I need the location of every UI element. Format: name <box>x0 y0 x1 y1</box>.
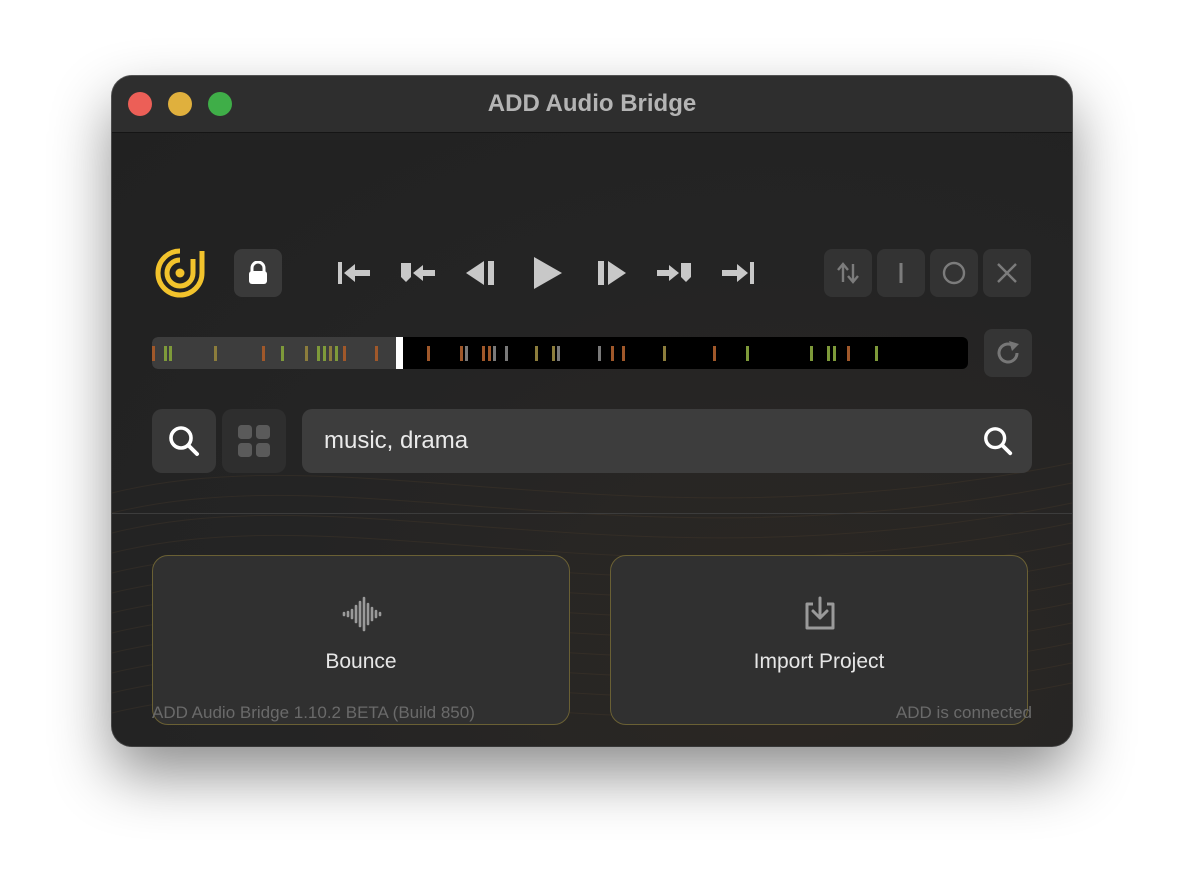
timeline-track[interactable] <box>152 337 968 369</box>
play-icon[interactable] <box>526 253 566 293</box>
timeline-marker <box>611 346 614 361</box>
timeline-marker <box>460 346 463 361</box>
timeline-marker <box>713 346 716 361</box>
insert-mode-icon <box>899 263 903 283</box>
timeline-marker <box>465 346 468 361</box>
title-bar: ADD Audio Bridge <box>112 76 1072 133</box>
grid-mode-button[interactable] <box>222 409 286 473</box>
search-input[interactable]: music, drama <box>302 409 1032 473</box>
timeline-marker <box>488 346 491 361</box>
step-forward-icon[interactable] <box>590 253 630 293</box>
timeline-marker <box>329 346 332 361</box>
previous-marker-icon[interactable] <box>398 253 438 293</box>
timeline-marker <box>505 346 508 361</box>
timeline-marker <box>875 346 878 361</box>
section-divider <box>112 513 1072 514</box>
add-logo-icon <box>155 248 205 298</box>
timeline-marker <box>323 346 326 361</box>
waveform-icon <box>342 596 382 632</box>
timeline-playhead[interactable] <box>396 337 403 369</box>
timeline-marker <box>482 346 485 361</box>
sort-button[interactable] <box>824 249 872 297</box>
timeline-marker <box>169 346 172 361</box>
record-mode-button[interactable] <box>930 249 978 297</box>
search-mode-button[interactable] <box>152 409 216 473</box>
step-back-icon[interactable] <box>462 253 502 293</box>
timeline-marker <box>552 346 555 361</box>
timeline-marker <box>598 346 601 361</box>
timeline-marker <box>375 346 378 361</box>
import-project-button[interactable]: Import Project <box>610 555 1028 725</box>
timeline-marker <box>343 346 346 361</box>
timeline-marker <box>833 346 836 361</box>
timeline-marker <box>622 346 625 361</box>
timeline-marker <box>847 346 850 361</box>
timeline-marker <box>317 346 320 361</box>
import-project-label: Import Project <box>753 650 885 673</box>
timeline-marker <box>164 346 167 361</box>
timeline-marker <box>262 346 265 361</box>
search-icon <box>169 426 199 456</box>
main-panel: music, drama Bounce Import Project ADD A… <box>112 133 1072 746</box>
window-title: ADD Audio Bridge <box>487 90 697 117</box>
timeline-marker <box>810 346 813 361</box>
timeline-marker <box>427 346 430 361</box>
record-mode-icon <box>942 261 966 285</box>
timeline-marker <box>746 346 749 361</box>
sort-arrows-icon <box>837 262 859 284</box>
timeline-marker <box>305 346 308 361</box>
lock-button[interactable] <box>234 249 282 297</box>
app-window: ADD Audio Bridge music, drama Bounce Imp… <box>112 76 1072 746</box>
bounce-button[interactable]: Bounce <box>152 555 570 725</box>
go-to-end-icon[interactable] <box>718 253 758 293</box>
close-icon <box>997 263 1017 283</box>
version-info: ADD Audio Bridge 1.10.2 BETA (Build 850) <box>152 703 475 722</box>
lock-icon <box>249 261 267 284</box>
timeline-progress <box>152 337 397 369</box>
grid-icon <box>238 425 270 457</box>
next-marker-icon[interactable] <box>654 253 694 293</box>
timeline-marker <box>281 346 284 361</box>
timeline-marker <box>493 346 496 361</box>
close-mode-button[interactable] <box>983 249 1031 297</box>
refresh-button[interactable] <box>984 329 1032 377</box>
insert-mode-button[interactable] <box>877 249 925 297</box>
timeline-marker <box>663 346 666 361</box>
timeline-marker <box>557 346 560 361</box>
go-to-start-icon[interactable] <box>334 253 374 293</box>
timeline-marker <box>827 346 830 361</box>
import-icon <box>805 596 835 630</box>
timeline-marker <box>214 346 217 361</box>
search-submit-icon[interactable] <box>982 425 1014 457</box>
timeline-marker <box>335 346 338 361</box>
refresh-icon <box>997 341 1019 364</box>
connection-status: ADD is connected <box>895 703 1032 722</box>
bounce-label: Bounce <box>325 650 397 673</box>
timeline-marker <box>152 346 155 361</box>
timeline-marker <box>535 346 538 361</box>
